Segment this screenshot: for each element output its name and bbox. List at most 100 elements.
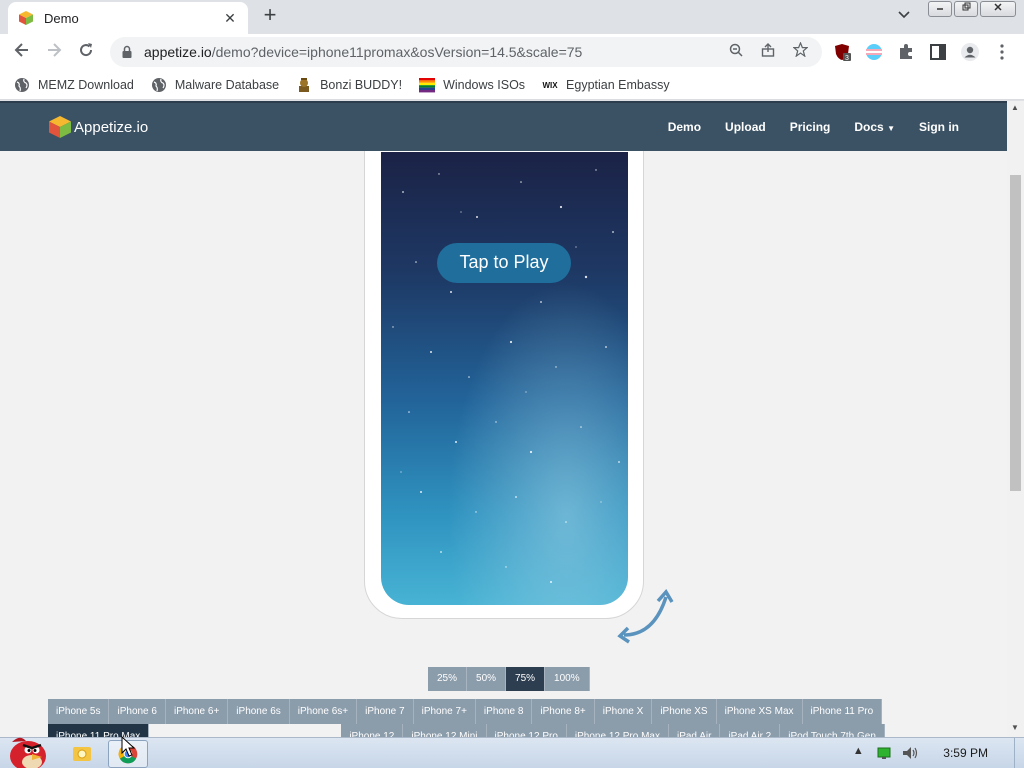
scrollbar-thumb[interactable] <box>1010 175 1021 491</box>
nav-sign-in[interactable]: Sign in <box>919 120 959 134</box>
nav-demo[interactable]: Demo <box>668 120 701 134</box>
minimize-button[interactable] <box>928 1 952 17</box>
bookmark-bonzi-buddy[interactable]: Bonzi BUDDY! <box>296 77 402 93</box>
rainbow-flag-icon <box>419 77 436 92</box>
browser-menu-icon[interactable] <box>992 42 1012 62</box>
nav-pricing[interactable]: Pricing <box>790 120 831 134</box>
bookmark-label: Egyptian Embassy <box>566 77 670 92</box>
restore-button[interactable] <box>954 1 978 17</box>
tab-search-chevron-icon[interactable] <box>894 8 914 26</box>
wix-icon: WIX <box>542 81 558 90</box>
device-iphone-12-pro-max[interactable]: iPhone 12 Pro Max <box>566 724 669 737</box>
bookmark-star-icon[interactable] <box>788 41 812 62</box>
tab-close-icon[interactable]: ✕ <box>222 10 238 27</box>
device-iphone-6s[interactable]: iPhone 6s <box>228 699 290 724</box>
bookmark-label: Malware Database <box>174 77 280 92</box>
start-button-angry-bird-icon[interactable] <box>2 732 50 768</box>
share-icon[interactable] <box>756 42 780 62</box>
page-scrollbar[interactable]: ▲ ▼ <box>1007 101 1024 737</box>
site-brand[interactable]: Appetize.io <box>48 115 148 139</box>
device-iphone-12-pro[interactable]: iPhone 12 Pro <box>486 724 567 737</box>
device-selector: iPhone 5s iPhone 6 iPhone 6+ iPhone 6s i… <box>48 699 960 737</box>
nav-docs-label: Docs <box>854 120 884 134</box>
file-explorer-icon[interactable] <box>62 740 102 768</box>
device-iphone-8-plus[interactable]: iPhone 8+ <box>532 699 595 724</box>
bookmark-egyptian-embassy[interactable]: WIX Egyptian Embassy <box>542 77 670 93</box>
scale-selector: 25% 50% 75% 100% <box>428 667 590 691</box>
nav-docs[interactable]: Docs ▼ <box>854 120 895 134</box>
ublock-shield-icon[interactable]: 3 <box>832 42 852 62</box>
device-iphone-8[interactable]: iPhone 8 <box>475 699 533 724</box>
rotate-device-icon[interactable] <box>614 589 682 651</box>
device-ipod-touch-7th-gen[interactable]: iPod Touch 7th Gen <box>780 724 885 737</box>
new-tab-button[interactable]: + <box>258 4 282 28</box>
side-panel-icon[interactable] <box>928 42 948 62</box>
appetize-cube-icon <box>19 11 33 25</box>
extension-badge: 3 <box>845 55 849 62</box>
device-ipad-air[interactable]: iPad Air <box>668 724 721 737</box>
pride-extension-icon[interactable] <box>864 42 884 62</box>
device-iphone-7[interactable]: iPhone 7 <box>357 699 414 724</box>
device-iphone-xs-max[interactable]: iPhone XS Max <box>716 699 803 724</box>
system-clock[interactable]: 3:59 PM <box>943 746 988 760</box>
site-nav-links: Demo Upload Pricing Docs ▼ Sign in <box>644 120 959 134</box>
device-iphone-5s[interactable]: iPhone 5s <box>48 699 110 724</box>
bookmark-windows-isos[interactable]: Windows ISOs <box>419 77 525 93</box>
system-tray: ▲ 3:59 PM <box>849 738 1024 768</box>
profile-avatar-icon[interactable] <box>960 42 980 62</box>
bookmark-label: MEMZ Download <box>38 77 134 92</box>
show-desktop-button[interactable] <box>1014 738 1024 768</box>
scale-100[interactable]: 100% <box>545 667 590 691</box>
lock-icon[interactable] <box>120 45 134 59</box>
tray-expand-icon[interactable]: ▲ <box>849 745 867 761</box>
tab-demo[interactable]: Demo ✕ <box>8 2 248 34</box>
bookmark-label: Bonzi BUDDY! <box>320 77 403 92</box>
url-text[interactable]: appetize.io/demo?device=iphone11promax&o… <box>144 44 716 60</box>
scroll-up-icon[interactable]: ▲ <box>1011 103 1019 112</box>
bookmark-memz[interactable]: MEMZ Download <box>14 77 134 93</box>
scale-50[interactable]: 50% <box>467 667 507 691</box>
mouse-cursor-icon <box>121 736 136 757</box>
bookmarks-bar: MEMZ Download Malware Database Bonzi BUD… <box>0 70 1024 100</box>
url-host: appetize.io <box>144 44 212 60</box>
device-iphone-x[interactable]: iPhone X <box>594 699 653 724</box>
device-iphone-12-mini[interactable]: iPhone 12 Mini <box>403 724 487 737</box>
nav-upload[interactable]: Upload <box>725 120 766 134</box>
svg-text:WIX: WIX <box>542 81 558 90</box>
page-viewport: Tap to Play Appetize.io Demo Upload Pric… <box>0 101 1024 737</box>
bookmark-malware-database[interactable]: Malware Database <box>151 77 279 93</box>
network-icon[interactable] <box>875 745 893 761</box>
tab-title: Demo <box>44 10 79 26</box>
globe-icon <box>151 77 166 92</box>
device-ipad-air-2[interactable]: iPad Air 2 <box>720 724 781 737</box>
device-iphone-6[interactable]: iPhone 6 <box>109 699 166 724</box>
scale-75[interactable]: 75% <box>506 667 546 691</box>
caret-down-icon: ▼ <box>887 124 895 133</box>
address-bar[interactable]: appetize.io/demo?device=iphone11promax&o… <box>110 37 822 67</box>
url-path: /demo?device=iphone11promax&osVersion=14… <box>211 44 583 60</box>
device-iphone-6s-plus[interactable]: iPhone 6s+ <box>289 699 358 724</box>
device-iphone-7-plus[interactable]: iPhone 7+ <box>413 699 476 724</box>
device-iphone-12[interactable]: iPhone 12 <box>341 724 404 737</box>
extensions-puzzle-icon[interactable] <box>896 42 916 62</box>
starfield-background <box>392 169 620 583</box>
reload-icon[interactable] <box>74 40 98 64</box>
browser-toolbar: appetize.io/demo?device=iphone11promax&o… <box>0 34 1024 70</box>
zoom-out-icon[interactable] <box>724 42 748 62</box>
device-iphone-6-plus[interactable]: iPhone 6+ <box>165 699 229 724</box>
phone-screen[interactable] <box>381 152 628 605</box>
scale-25[interactable]: 25% <box>428 667 468 691</box>
bookmark-label: Windows ISOs <box>443 77 526 92</box>
back-icon[interactable] <box>10 40 34 64</box>
forward-icon[interactable] <box>42 40 66 64</box>
close-window-button[interactable] <box>980 1 1016 17</box>
scroll-down-icon[interactable]: ▼ <box>1011 723 1019 732</box>
device-iphone-xs[interactable]: iPhone XS <box>652 699 717 724</box>
device-iphone-11-pro[interactable]: iPhone 11 Pro <box>802 699 883 724</box>
phone-frame <box>364 131 644 619</box>
volume-icon[interactable] <box>901 745 919 761</box>
tap-to-play-button[interactable]: Tap to Play <box>437 243 571 283</box>
globe-icon <box>15 77 29 92</box>
site-navbar: Appetize.io Demo Upload Pricing Docs ▼ S… <box>0 101 1007 151</box>
bonzi-icon <box>299 77 310 92</box>
